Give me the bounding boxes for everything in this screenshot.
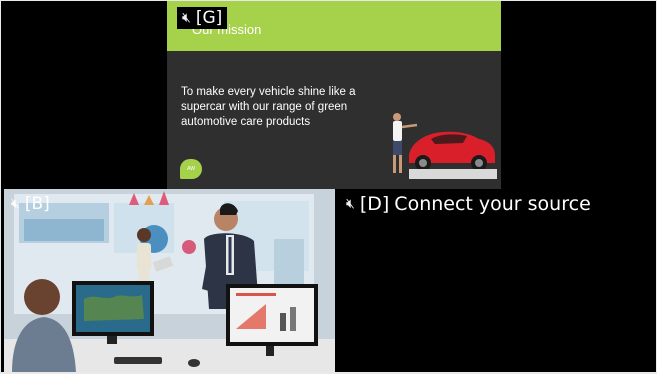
tile-g-label: 🔇︎ [G] xyxy=(177,7,228,29)
tile-b-label: 🔇︎ [B] xyxy=(11,194,50,214)
source-tile-g[interactable]: Our mission To make every vehicle shine … xyxy=(167,1,501,189)
tile-g-id: [G] xyxy=(195,8,223,28)
brand-logo: AW xyxy=(180,159,202,179)
tile-b-id: [B] xyxy=(24,194,50,214)
speaker-muted-icon[interactable]: 🔇︎ xyxy=(346,196,355,212)
tile-d-label: 🔇︎ [D] Connect your source xyxy=(346,193,591,215)
tile-d-id: [D] xyxy=(359,193,390,215)
speaker-muted-icon[interactable]: 🔇︎ xyxy=(182,10,191,26)
slide-body-text: To make every vehicle shine like a super… xyxy=(181,86,356,128)
car-wash-image xyxy=(385,103,497,179)
speaker-muted-icon[interactable]: 🔇︎ xyxy=(11,196,20,212)
office-meeting-image xyxy=(4,189,335,372)
source-tile-b[interactable] xyxy=(4,189,335,372)
tile-d-status: Connect your source xyxy=(394,193,591,215)
video-wall: Our mission To make every vehicle shine … xyxy=(1,1,656,372)
